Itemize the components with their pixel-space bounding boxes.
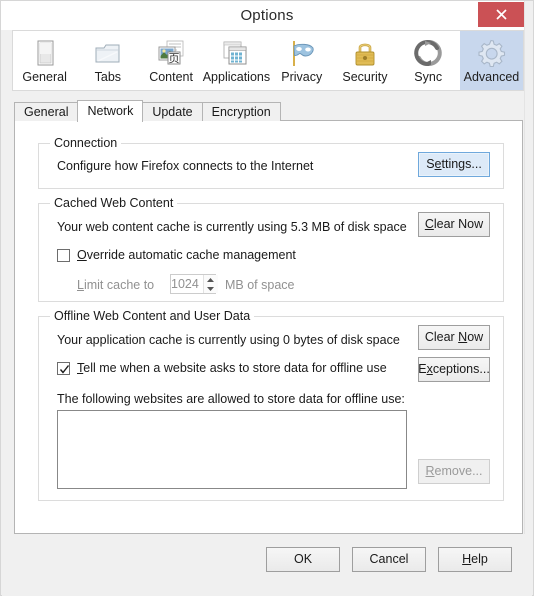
category-applications[interactable]: Applications [203,31,270,90]
offline-exceptions-button[interactable]: Exceptions... [418,357,490,382]
cache-group-title: Cached Web Content [50,196,178,210]
content-icon: 页 [158,40,184,65]
checkmark-icon [59,364,70,374]
category-sync-label: Sync [414,70,443,84]
padlock-icon [355,43,375,66]
window-title: Options [240,7,294,24]
offline-web-content-group: Offline Web Content and User Data Your a… [38,309,504,501]
offline-notify-label: Tell me when a website asks to store dat… [77,361,387,375]
connection-group-title: Connection [50,136,122,150]
subtab-encryption[interactable]: Encryption [201,102,281,121]
close-button[interactable] [478,2,524,27]
category-privacy-label: Privacy [281,70,323,84]
tabs-icon [95,44,120,63]
category-content[interactable]: 页 Content [139,31,202,90]
ok-button[interactable]: OK [266,547,340,572]
category-advanced-label: Advanced [463,70,520,84]
connection-settings-button[interactable]: Settings... [418,152,490,177]
close-icon [495,9,507,20]
override-cache-checkbox-row[interactable]: Override automatic cache management [57,248,296,262]
cache-clear-now-label: Clear Now [424,217,484,232]
ok-label: OK [293,552,313,567]
cancel-button[interactable]: Cancel [352,547,426,572]
help-button[interactable]: Help [438,547,512,572]
cached-web-content-group: Cached Web Content Your web content cach… [38,196,504,302]
subtab-update[interactable]: Update [142,102,203,121]
subtab-strip: General Network Update Encryption [14,100,281,122]
category-security[interactable]: Security [333,31,396,90]
offline-group-title: Offline Web Content and User Data [50,309,255,323]
category-toolbar: General Tabs 页 Content Applications Priv… [12,30,524,91]
applications-icon [223,41,247,65]
dialog-footer: OK Cancel Help [2,534,532,596]
offline-usage-text: Your application cache is currently usin… [57,333,400,347]
privacy-mask-icon [292,41,314,66]
dialog-right-edge [524,1,533,534]
offline-notify-checkbox-row[interactable]: Tell me when a website asks to store dat… [57,361,387,375]
gear-icon [478,39,506,68]
category-content-label: Content [149,70,193,84]
spinner-down-button[interactable] [204,284,218,293]
category-applications-label: Applications [202,70,271,84]
connection-description: Configure how Firefox connects to the In… [57,159,314,173]
offline-websites-listbox[interactable] [57,410,407,489]
offline-remove-button[interactable]: Remove... [418,459,490,484]
category-sync[interactable]: Sync [397,31,460,90]
override-cache-checkbox[interactable] [57,248,70,262]
cache-limit-spinner[interactable]: 1024 [170,274,218,294]
cache-clear-now-button[interactable]: Clear Now [418,212,490,237]
connection-group: Connection Configure how Firefox connect… [38,136,504,189]
offline-clear-now-label: Clear Now [424,330,484,345]
category-security-label: Security [342,70,388,84]
category-general-label: General [22,70,67,84]
cache-usage-text: Your web content cache is currently usin… [57,220,407,234]
subtab-general[interactable]: General [14,102,79,121]
options-dialog-window: Options General Tabs 页 Content Applicati… [0,0,534,596]
offline-notify-checkbox[interactable] [57,361,70,375]
chevron-down-icon [207,286,215,291]
connection-settings-label: Settings... [426,157,482,172]
spinner-up-button[interactable] [204,275,218,284]
sync-arrows-icon [414,39,442,67]
category-tabs[interactable]: Tabs [76,31,139,90]
category-privacy[interactable]: Privacy [270,31,333,90]
offline-list-label: The following websites are allowed to st… [57,392,405,406]
cache-limit-value[interactable]: 1024 [171,275,203,293]
cancel-label: Cancel [369,552,409,567]
category-general[interactable]: General [13,31,76,90]
svg-text:页: 页 [169,52,180,65]
cache-limit-spin-arrows[interactable] [202,275,218,293]
offline-remove-label: Remove... [425,464,483,479]
cache-limit-units: MB of space [225,278,295,292]
chevron-up-icon [207,277,215,282]
help-label: Help [462,552,488,567]
category-advanced[interactable]: Advanced [459,31,524,90]
offline-clear-now-button[interactable]: Clear Now [418,325,490,350]
general-icon [37,40,54,66]
offline-exceptions-label: Exceptions... [418,362,490,377]
title-bar: Options [1,1,533,30]
category-tabs-label: Tabs [94,70,122,84]
subtab-network[interactable]: Network [77,100,144,122]
override-cache-label: Override automatic cache management [77,248,296,262]
limit-cache-label: Limit cache to [77,278,155,292]
network-settings-panel: Connection Configure how Firefox connect… [14,120,523,534]
